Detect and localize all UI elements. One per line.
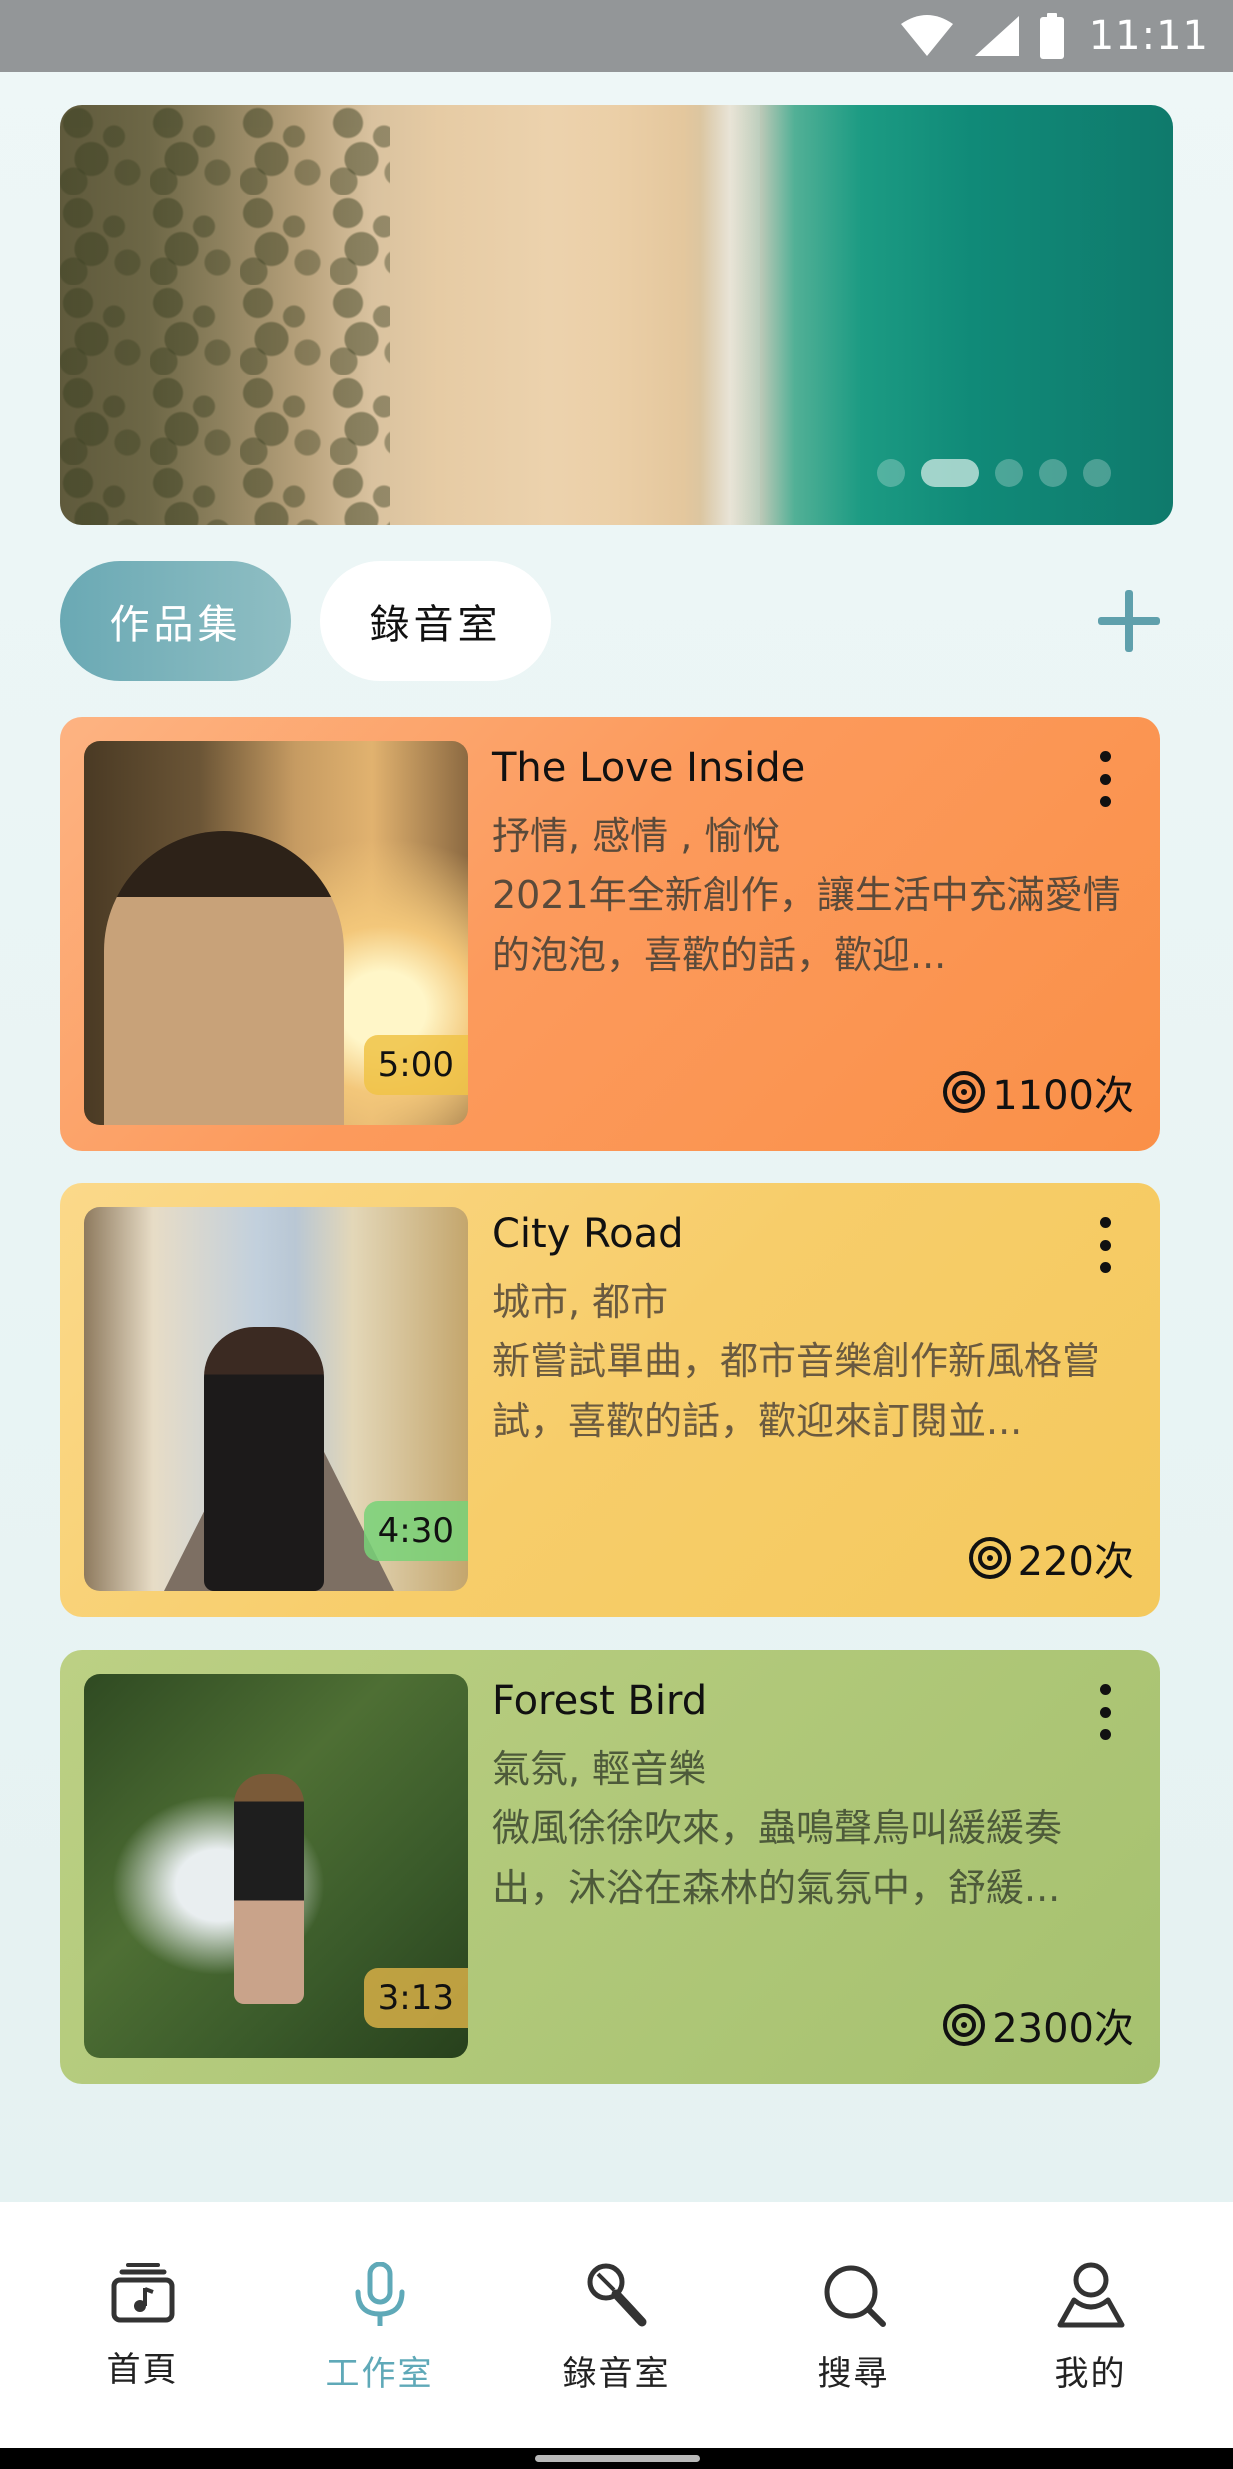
song-description: 微風徐徐吹來，蟲鳴聲鳥叫緩緩奏出，沐浴在森林的氣氛中，舒緩... xyxy=(492,1806,1063,1910)
wifi-icon xyxy=(900,15,953,56)
banner-image-vegetation xyxy=(60,105,390,525)
cover-figure xyxy=(104,831,344,1125)
song-card[interactable]: 4:30 City Road 城市, 都市 新嘗試單曲，都市音樂創作新風格嘗試，… xyxy=(60,1183,1160,1617)
song-card[interactable]: 3:13 Forest Bird 氣氛, 輕音樂 微風徐徐吹來，蟲鳴聲鳥叫緩緩奏… xyxy=(60,1650,1160,2084)
song-cover-image[interactable]: 5:00 xyxy=(84,741,468,1125)
app-screen: 11:11 作品集 錄音室 5:00 The Love Inside 抒情, 感… xyxy=(0,0,1233,2469)
cover-figure xyxy=(204,1327,324,1591)
more-options-icon[interactable] xyxy=(1090,1217,1120,1273)
disc-icon xyxy=(943,2004,986,2046)
more-options-icon[interactable] xyxy=(1090,1684,1120,1740)
banner-carousel[interactable] xyxy=(60,105,1173,525)
play-count: 2300次 xyxy=(942,1996,1134,2054)
song-tags: 抒情, 感情 , 愉悅 xyxy=(492,814,781,858)
nav-item-home[interactable]: 首頁 xyxy=(43,2262,243,2448)
play-count: 220次 xyxy=(968,1529,1134,1587)
duration-badge: 5:00 xyxy=(363,1035,468,1095)
nav-item-profile[interactable]: 我的 xyxy=(991,2262,1191,2448)
song-card[interactable]: 5:00 The Love Inside 抒情, 感情 , 愉悅 2021年全新… xyxy=(60,717,1160,1151)
music-stack-icon xyxy=(111,2263,174,2323)
play-count-value: 2300次 xyxy=(992,2006,1134,2052)
plus-icon[interactable] xyxy=(1096,588,1162,654)
carousel-dot[interactable] xyxy=(1039,459,1067,487)
carousel-indicator xyxy=(877,459,1111,487)
duration-badge: 3:13 xyxy=(363,1968,468,2028)
nav-label: 工作室 xyxy=(325,2354,434,2394)
battery-icon xyxy=(1039,13,1064,59)
song-description: 新嘗試單曲，都市音樂創作新風格嘗試，喜歡的話，歡迎來訂閱並... xyxy=(492,1339,1101,1443)
play-count-value: 220次 xyxy=(1017,1539,1134,1585)
home-indicator[interactable] xyxy=(535,2455,700,2462)
tab-recording-studio[interactable]: 錄音室 xyxy=(320,561,551,681)
nav-item-studio[interactable]: 工作室 xyxy=(280,2262,480,2448)
profile-icon xyxy=(1057,2262,1124,2328)
status-bar: 11:11 xyxy=(0,0,1233,72)
tab-portfolio[interactable]: 作品集 xyxy=(60,561,291,681)
song-cover-image[interactable]: 3:13 xyxy=(84,1674,468,2058)
carousel-dot[interactable] xyxy=(877,459,905,487)
carousel-dot[interactable] xyxy=(995,459,1023,487)
song-description: 2021年全新創作，讓生活中充滿愛情的泡泡，喜歡的話，歡迎... xyxy=(492,873,1121,977)
song-tags: 城市, 都市 xyxy=(492,1280,669,1324)
signal-icon xyxy=(974,16,1019,56)
nav-label: 首頁 xyxy=(106,2350,179,2390)
song-title: City Road xyxy=(492,1211,684,1257)
carousel-dot[interactable] xyxy=(1083,459,1111,487)
banner-image-surf xyxy=(700,105,760,525)
handheld-mic-icon xyxy=(587,2263,646,2327)
search-icon xyxy=(824,2265,886,2327)
nav-label: 搜尋 xyxy=(817,2354,890,2394)
song-title: Forest Bird xyxy=(492,1678,708,1724)
song-cover-image[interactable]: 4:30 xyxy=(84,1207,468,1591)
nav-item-search[interactable]: 搜尋 xyxy=(754,2262,954,2448)
status-time: 11:11 xyxy=(1088,13,1209,59)
song-title: The Love Inside xyxy=(492,745,806,791)
duration-badge: 4:30 xyxy=(363,1501,468,1561)
disc-icon xyxy=(943,1071,986,1113)
more-options-icon[interactable] xyxy=(1090,751,1120,807)
play-count-value: 1100次 xyxy=(992,1073,1134,1119)
nav-label: 我的 xyxy=(1054,2354,1127,2394)
nav-label: 錄音室 xyxy=(562,2354,671,2394)
disc-icon xyxy=(968,1537,1011,1579)
carousel-dot-active[interactable] xyxy=(921,459,979,487)
nav-item-recording[interactable]: 錄音室 xyxy=(517,2262,717,2448)
microphone-icon xyxy=(355,2262,404,2326)
cover-figure xyxy=(234,1774,304,2004)
song-tags: 氣氛, 輕音樂 xyxy=(492,1747,707,1791)
play-count: 1100次 xyxy=(942,1063,1134,1121)
bottom-navigation: 首頁 工作室 錄音室 搜尋 我的 xyxy=(0,2202,1233,2448)
